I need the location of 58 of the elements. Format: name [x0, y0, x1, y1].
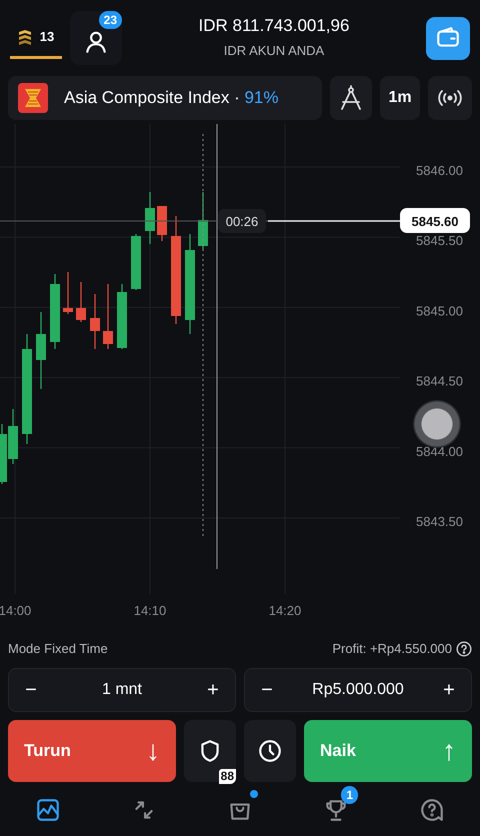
help-icon[interactable]	[456, 641, 472, 657]
candle	[103, 284, 113, 349]
minus-button[interactable]: −	[245, 669, 289, 711]
price-axis-label: 5846.00	[416, 163, 463, 178]
countdown-timer: 00:26	[226, 214, 258, 229]
broadcast-icon	[437, 88, 464, 108]
time-axis-label: 14:20	[268, 603, 302, 618]
candle	[90, 294, 100, 349]
help-bubble-icon	[419, 797, 445, 823]
floating-button[interactable]	[413, 400, 461, 448]
timeframe-button[interactable]: 1m	[380, 76, 420, 120]
flag-icon	[18, 83, 48, 113]
wallet-button[interactable]	[426, 16, 470, 60]
timer-button[interactable]	[244, 720, 296, 782]
asset-name: Asia Composite Index · 91%	[64, 87, 278, 110]
count-badge: 88	[218, 769, 236, 784]
price-axis-label: 5843.50	[416, 514, 463, 529]
chart-icon	[35, 797, 61, 823]
level-tab[interactable]: 13	[10, 17, 62, 59]
mode-label: Mode Fixed Time	[8, 640, 108, 658]
notification-badge: 1	[341, 786, 358, 804]
countdown-pill	[218, 209, 266, 233]
compass-icon	[338, 85, 363, 111]
candle	[8, 409, 18, 464]
balance-amount: IDR 811.743.001,96	[198, 15, 350, 38]
sell-button[interactable]: Turun ↓	[8, 720, 176, 782]
candle	[198, 192, 208, 249]
current-price-tag	[400, 208, 470, 233]
price-axis-label: 5844.00	[416, 444, 463, 459]
candle	[117, 284, 127, 349]
amount-value: Rp5.000.000	[312, 680, 404, 700]
stepper-field[interactable]: − Rp5.000.000 +	[244, 668, 472, 712]
current-price: 5845.60	[412, 214, 458, 229]
clock-icon	[257, 738, 283, 764]
time-axis-label: 14:00	[0, 603, 32, 618]
notification-dot	[250, 790, 258, 798]
insurance-button[interactable]: 88	[184, 720, 236, 782]
account-label: IDR AKUN ANDA	[222, 42, 326, 60]
stack-icon	[18, 28, 32, 44]
minus-button[interactable]: −	[9, 669, 53, 711]
signals-button[interactable]	[428, 76, 472, 120]
price-axis-label: 5845.50	[416, 233, 463, 248]
asset-selector[interactable]: Asia Composite Index · 91%	[8, 76, 322, 120]
plus-button[interactable]: +	[190, 669, 235, 711]
time-axis-label: 14:10	[134, 603, 166, 618]
candle	[131, 234, 141, 290]
price-axis-label: 5845.00	[416, 303, 463, 318]
candle	[157, 206, 167, 241]
notification-badge: 23	[98, 11, 122, 29]
drawing-tool-button[interactable]	[330, 76, 372, 120]
profit-label: Profit: +Rp4.550.000	[332, 640, 452, 658]
candle	[145, 192, 155, 244]
duration-value: 1 mnt	[102, 680, 142, 700]
candle	[63, 272, 73, 314]
stepper-field[interactable]: − 1 mnt +	[8, 668, 236, 712]
candle	[76, 282, 86, 322]
price-axis-label: 5844.50	[416, 374, 463, 389]
plus-button[interactable]: +	[426, 669, 471, 711]
